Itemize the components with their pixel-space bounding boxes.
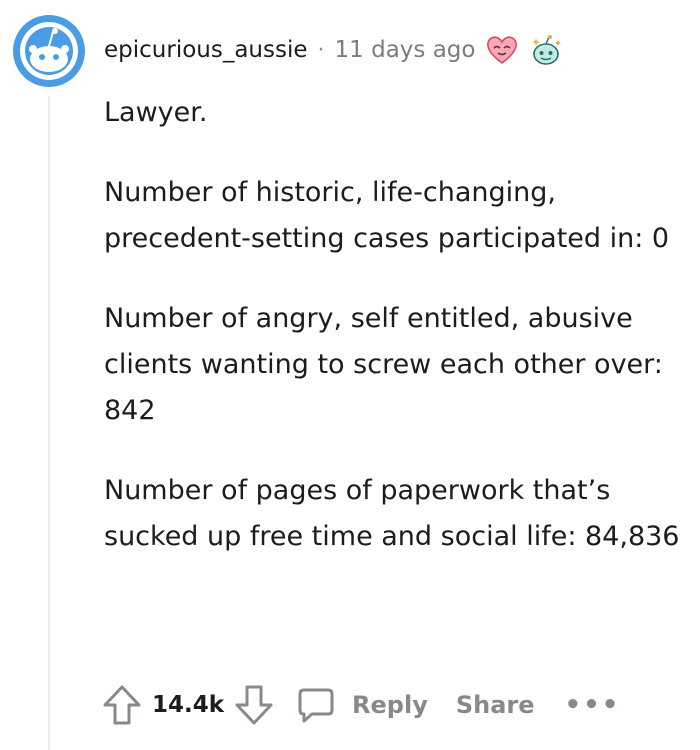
comment-paragraph: Number of pages of paperwork that’s suck… (104, 475, 680, 552)
comment-bubble-icon[interactable] (292, 681, 340, 729)
snoo-sparkle-award-icon[interactable] (529, 33, 563, 67)
user-avatar[interactable] (11, 13, 87, 89)
reply-button[interactable]: Reply (352, 691, 428, 719)
comment-paragraph: Lawyer. (104, 97, 208, 128)
upvote-arrow-icon[interactable] (98, 681, 146, 729)
heart-eyes-award-icon[interactable] (485, 33, 519, 67)
vote-score: 14.4k (152, 692, 225, 718)
comment-timestamp[interactable]: 11 days ago (335, 37, 476, 63)
comment-actions: 14.4k Reply Share ••• (98, 677, 620, 733)
header-separator: · (317, 37, 325, 63)
comment-paragraph: Number of historic, life-changing, prece… (104, 177, 670, 254)
share-button[interactable]: Share (456, 691, 535, 719)
author-username[interactable]: epicurious_aussie (104, 37, 308, 63)
comment-paragraph: Number of angry, self entitled, abusive … (104, 303, 663, 426)
comment-body: Lawyer. Number of historic, life-changin… (104, 90, 684, 594)
more-options-icon[interactable]: ••• (565, 690, 621, 720)
downvote-arrow-icon[interactable] (230, 681, 278, 729)
thread-line[interactable] (48, 96, 50, 750)
comment-header: epicurious_aussie · 11 days ago (104, 30, 563, 70)
